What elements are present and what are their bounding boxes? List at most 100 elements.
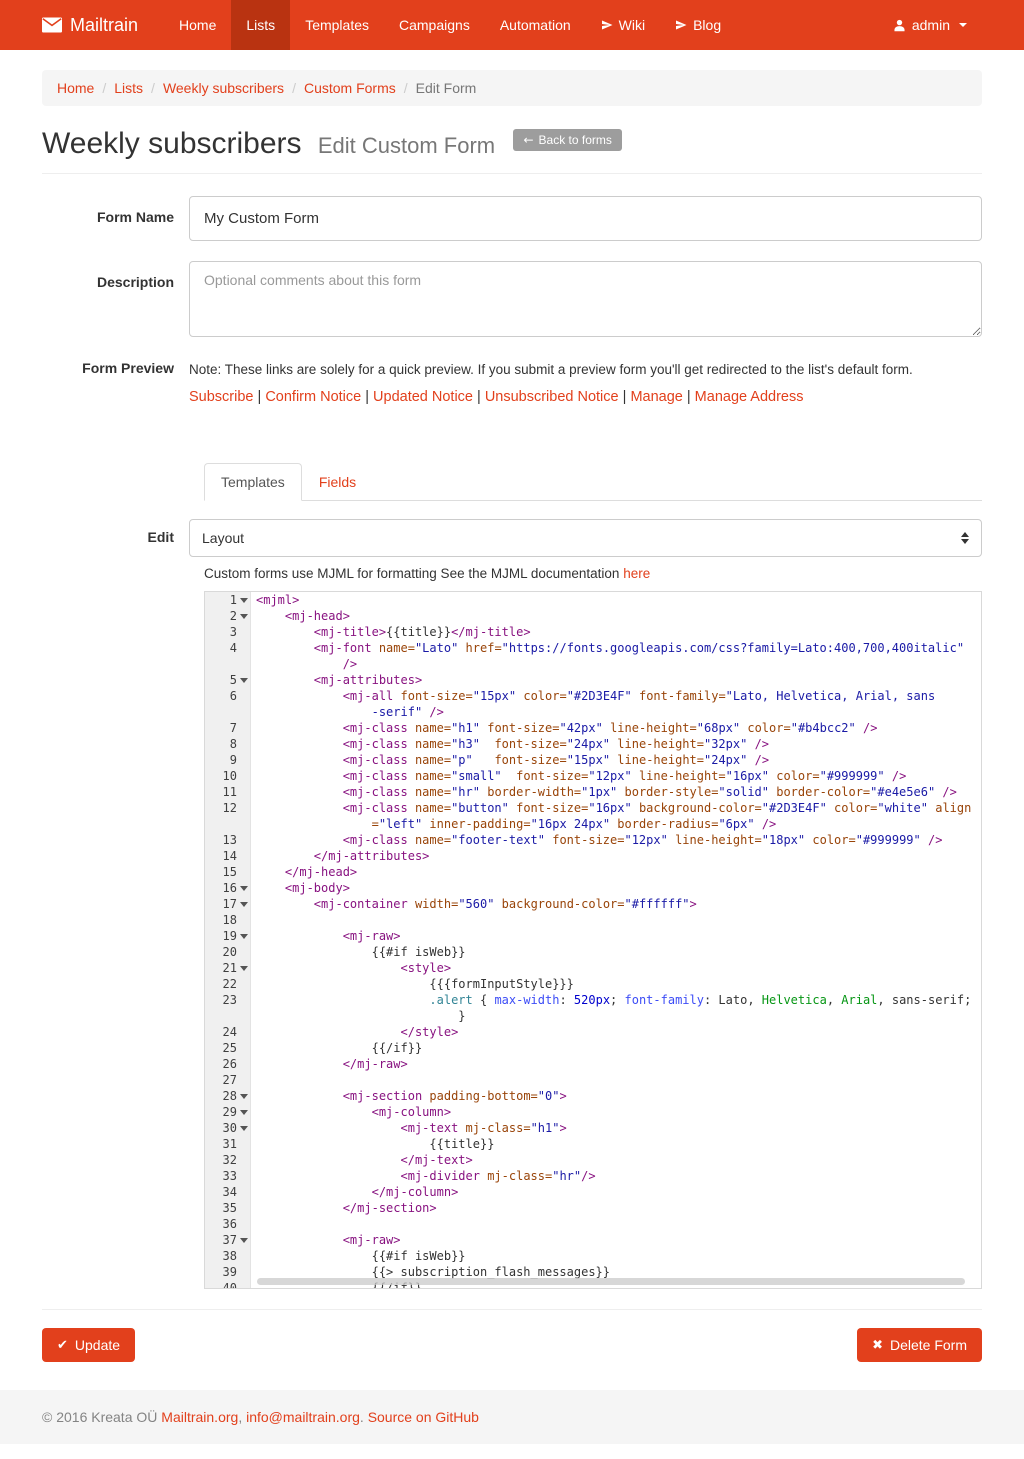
tab-templates[interactable]: Templates (204, 463, 302, 501)
gutter-cell: 19 (205, 928, 251, 944)
code-text[interactable]: <mj-class name="h3" font-size="24px" lin… (251, 736, 769, 752)
code-text[interactable]: ="left" inner-padding="16px 24px" border… (251, 816, 776, 832)
fold-icon[interactable] (237, 880, 250, 896)
fold-icon[interactable] (237, 896, 250, 912)
nav-item-templates[interactable]: Templates (290, 0, 384, 50)
footer-link-source-on-github[interactable]: Source on GitHub (368, 1409, 479, 1425)
fold-icon[interactable] (237, 608, 250, 624)
description-label: Description (42, 261, 189, 340)
breadcrumb-link-lists[interactable]: Lists (114, 80, 143, 96)
description-textarea[interactable] (189, 261, 982, 337)
code-line: ="left" inner-padding="16px 24px" border… (205, 816, 981, 832)
code-text[interactable]: <mj-divider mj-class="hr"/> (251, 1168, 596, 1184)
edit-template-select[interactable]: Layout (189, 519, 982, 557)
code-text[interactable]: <mj-class name="button" font-size="16px"… (251, 800, 971, 816)
code-text[interactable] (251, 912, 256, 928)
code-text[interactable]: </style> (251, 1024, 458, 1040)
nav-item-blog[interactable]: Blog (660, 0, 736, 50)
code-text[interactable]: <mj-attributes> (251, 672, 422, 688)
fold-icon[interactable] (237, 1232, 250, 1248)
breadcrumb-link-home[interactable]: Home (57, 80, 94, 96)
footer-link-mailtrain-org[interactable]: Mailtrain.org (161, 1409, 238, 1425)
nav-item-campaigns[interactable]: Campaigns (384, 0, 485, 50)
breadcrumb-separator: / (404, 80, 408, 96)
brand-logo[interactable]: Mailtrain (42, 0, 152, 50)
code-text[interactable] (251, 1216, 256, 1232)
fold-icon[interactable] (237, 672, 250, 688)
code-text[interactable]: <mj-head> (251, 608, 350, 624)
fold-icon[interactable] (237, 960, 250, 976)
code-line: 32 </mj-text> (205, 1152, 981, 1168)
line-number: 23 (209, 992, 237, 1008)
code-text[interactable]: {{#if isWeb}} (251, 1248, 466, 1264)
code-text[interactable]: </mj-section> (251, 1200, 437, 1216)
code-text[interactable]: </mj-raw> (251, 1056, 408, 1072)
fold-icon[interactable] (237, 1104, 250, 1120)
code-text[interactable]: <mjml> (251, 592, 299, 608)
preview-link-confirm-notice[interactable]: Confirm Notice (265, 389, 361, 405)
code-text[interactable]: <mj-font name="Lato" href="https://fonts… (251, 640, 964, 656)
select-value: Layout (202, 530, 244, 546)
code-text[interactable]: {{#if isWeb}} (251, 944, 466, 960)
line-number: 16 (209, 880, 237, 896)
code-text[interactable]: <mj-body> (251, 880, 350, 896)
horizontal-scrollbar[interactable] (257, 1278, 965, 1285)
code-text[interactable]: <mj-class name="hr" border-width="1px" b… (251, 784, 957, 800)
code-text[interactable]: {{title}} (251, 1136, 494, 1152)
code-text[interactable]: <mj-column> (251, 1104, 451, 1120)
fold-icon[interactable] (237, 592, 250, 608)
code-text[interactable]: <mj-class name="small" font-size="12px" … (251, 768, 906, 784)
preview-link-manage[interactable]: Manage (630, 389, 682, 405)
code-text[interactable]: -serif" /> (251, 704, 444, 720)
mjml-docs-link[interactable]: here (623, 566, 650, 581)
mjml-code-editor[interactable]: 1<mjml>2 <mj-head>3 <mj-title>{{title}}<… (204, 591, 982, 1289)
preview-link-subscribe[interactable]: Subscribe (189, 389, 253, 405)
code-text[interactable]: </mj-head> (251, 864, 357, 880)
code-text[interactable]: <mj-title>{{title}}</mj-title> (251, 624, 531, 640)
code-text[interactable]: } (251, 1008, 466, 1024)
fold-icon[interactable] (237, 1120, 250, 1136)
back-to-forms-button[interactable]: ← Back to forms (513, 129, 621, 151)
update-button[interactable]: ✔ Update (42, 1328, 135, 1362)
code-text[interactable]: <mj-all font-size="15px" color="#2D3E4F"… (251, 688, 935, 704)
code-text[interactable]: /> (251, 656, 357, 672)
nav-item-automation[interactable]: Automation (485, 0, 586, 50)
code-text[interactable]: </mj-column> (251, 1184, 458, 1200)
nav-item-lists[interactable]: Lists (231, 0, 290, 50)
form-name-input[interactable] (189, 196, 982, 241)
user-menu[interactable]: admin (878, 0, 982, 50)
delete-form-button[interactable]: ✖ Delete Form (857, 1328, 982, 1362)
code-text[interactable]: {{{formInputStyle}}} (251, 976, 574, 992)
gutter-cell: 6 (205, 688, 251, 704)
code-text[interactable]: </mj-attributes> (251, 848, 429, 864)
breadcrumb-link-custom-forms[interactable]: Custom Forms (304, 80, 396, 96)
code-text[interactable]: <mj-class name="p" font-size="15px" line… (251, 752, 769, 768)
breadcrumb-link-weekly-subscribers[interactable]: Weekly subscribers (163, 80, 284, 96)
code-text[interactable]: <style> (251, 960, 451, 976)
code-text[interactable]: <mj-container width="560" background-col… (251, 896, 697, 912)
code-text[interactable]: <mj-raw> (251, 928, 401, 944)
preview-link-manage-address[interactable]: Manage Address (695, 389, 804, 405)
code-line: 15 </mj-head> (205, 864, 981, 880)
fold-spacer (237, 1184, 250, 1200)
code-text[interactable]: <mj-class name="footer-text" font-size="… (251, 832, 942, 848)
code-text[interactable]: <mj-text mj-class="h1"> (251, 1120, 567, 1136)
preview-link-updated-notice[interactable]: Updated Notice (373, 389, 473, 405)
code-text[interactable]: <mj-class name="h1" font-size="42px" lin… (251, 720, 877, 736)
code-text[interactable]: .alert { max-width: 520px; font-family: … (251, 992, 971, 1008)
code-text[interactable]: </mj-text> (251, 1152, 473, 1168)
code-text[interactable]: <mj-section padding-bottom="0"> (251, 1088, 567, 1104)
nav-item-wiki[interactable]: Wiki (586, 0, 660, 50)
footer-link-info-mailtrain-org[interactable]: info@mailtrain.org (246, 1409, 360, 1425)
tab-fields[interactable]: Fields (302, 463, 373, 501)
fold-icon[interactable] (237, 1088, 250, 1104)
code-text[interactable] (251, 1072, 256, 1088)
fold-icon[interactable] (237, 928, 250, 944)
code-text[interactable]: <mj-raw> (251, 1232, 401, 1248)
nav-item-home[interactable]: Home (164, 0, 231, 50)
fold-spacer (237, 736, 250, 752)
code-text[interactable]: {{/if}} (251, 1040, 422, 1056)
preview-link-unsubscribed-notice[interactable]: Unsubscribed Notice (485, 389, 619, 405)
caret-down-icon (959, 23, 967, 27)
footer: © 2016 Kreata OÜ Mailtrain.org, info@mai… (0, 1390, 1024, 1444)
